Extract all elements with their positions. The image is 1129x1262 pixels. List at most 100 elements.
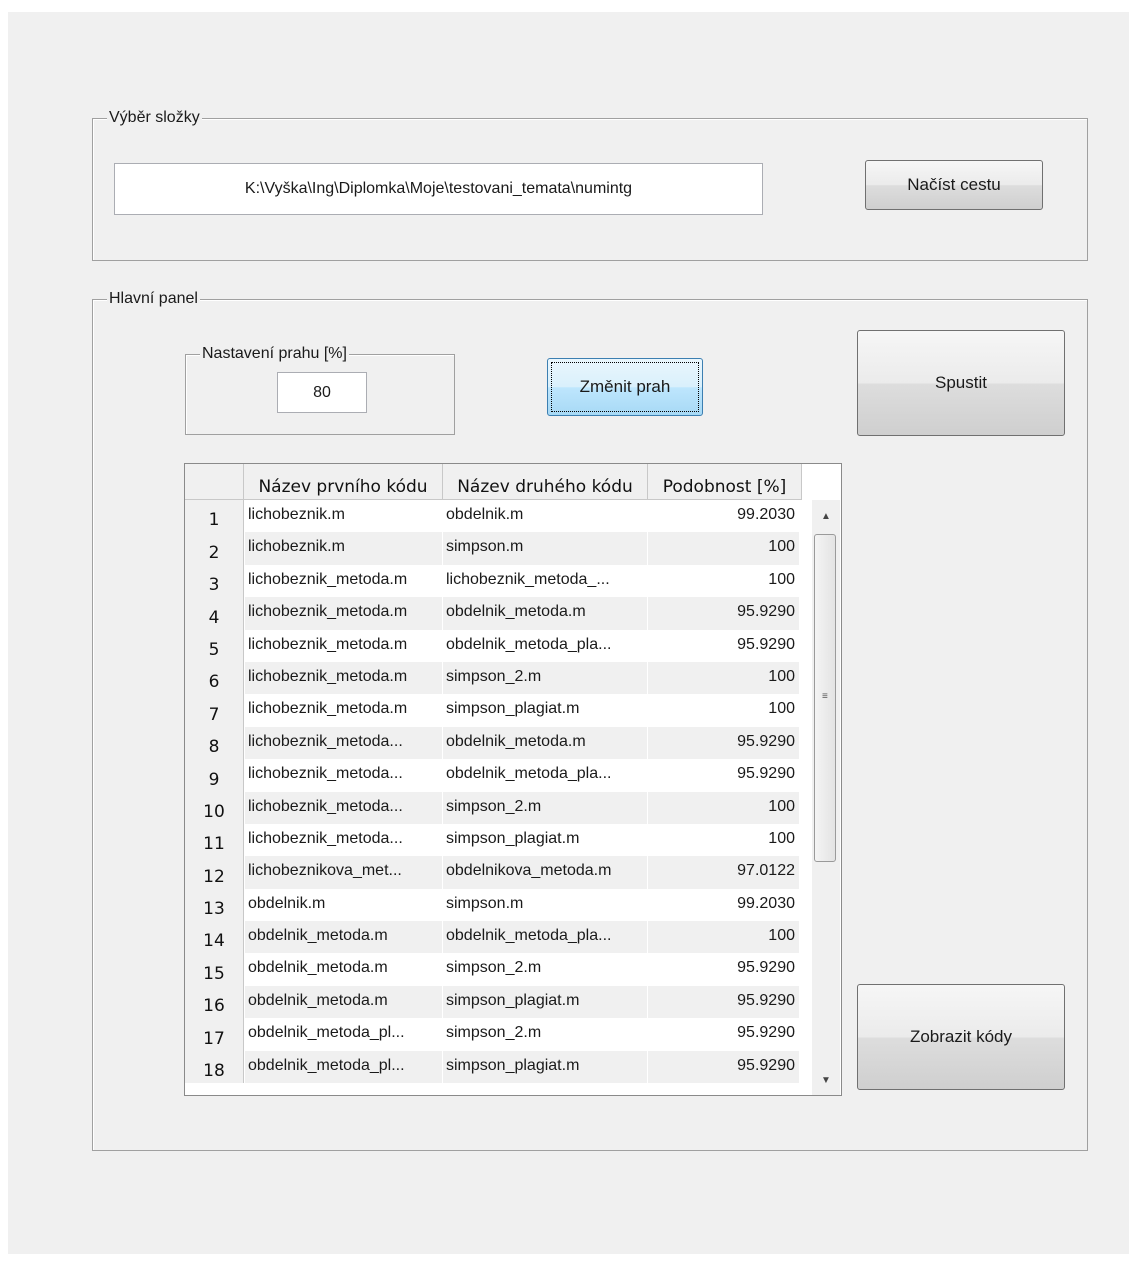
scroll-down-arrow-icon[interactable]: ▼ bbox=[812, 1066, 840, 1094]
scroll-thumb[interactable]: ≡ bbox=[814, 534, 836, 862]
cell-similarity[interactable]: 95.9290 bbox=[648, 953, 799, 986]
cell-first-code[interactable]: obdelnik_metoda.m bbox=[245, 953, 442, 986]
cell-second-code[interactable]: simpson.m bbox=[443, 888, 647, 922]
cell-first-code[interactable]: lichobeznik_metoda... bbox=[245, 759, 442, 792]
cell-first-code[interactable]: lichobeznik.m bbox=[245, 532, 442, 565]
row-number: 15 bbox=[185, 953, 244, 986]
table-row[interactable]: 8 lichobeznik_metoda... obdelnik_metoda.m 9… bbox=[185, 726, 802, 760]
scroll-up-arrow-icon[interactable]: ▲ bbox=[812, 502, 840, 530]
column-header-similarity[interactable]: Podobnost [%] bbox=[648, 464, 802, 500]
cell-similarity[interactable]: 95.9290 bbox=[648, 985, 799, 1019]
cell-second-code[interactable]: simpson_2.m bbox=[443, 791, 647, 824]
cell-similarity[interactable]: 100 bbox=[648, 661, 799, 695]
folder-selection-panel-title: Výběr složky bbox=[107, 109, 202, 127]
cell-first-code[interactable]: lichobeznik_metoda... bbox=[245, 823, 442, 857]
table-row[interactable]: 10 lichobeznik_metoda... simpson_2.m 100 bbox=[185, 791, 802, 824]
cell-second-code[interactable]: obdelnik.m bbox=[443, 500, 647, 533]
cell-first-code[interactable]: obdelnik_metoda.m bbox=[245, 921, 442, 954]
folder-path-field[interactable]: K:\Vyška\Ing\Diplomka\Moje\testovani_tem… bbox=[114, 163, 763, 215]
cell-similarity[interactable]: 95.9290 bbox=[648, 759, 799, 792]
table-row[interactable]: 14 obdelnik_metoda.m obdelnik_metoda_pla..… bbox=[185, 921, 802, 954]
cell-similarity[interactable]: 95.9290 bbox=[648, 1050, 799, 1084]
table-row[interactable]: 12 lichobeznikova_met... obdelnikova_metod… bbox=[185, 856, 802, 889]
results-table[interactable]: Název prvního kódu Název druhého kódu Po… bbox=[184, 463, 842, 1096]
row-number: 5 bbox=[185, 629, 244, 662]
cell-first-code[interactable]: lichobeznik_metoda.m bbox=[245, 661, 442, 695]
load-path-button[interactable]: Načíst cestu bbox=[865, 160, 1043, 210]
row-number: 12 bbox=[185, 856, 244, 889]
table-vertical-scrollbar[interactable]: ▲ ≡ ▼ bbox=[812, 500, 840, 1095]
cell-second-code[interactable]: simpson.m bbox=[443, 532, 647, 565]
cell-similarity[interactable]: 100 bbox=[648, 921, 799, 954]
table-row[interactable]: 2 lichobeznik.m simpson.m 100 bbox=[185, 532, 802, 565]
change-threshold-button[interactable]: Změnit prah bbox=[547, 358, 703, 416]
threshold-input[interactable]: 80 bbox=[277, 372, 367, 413]
column-header-second-code[interactable]: Název druhého kódu bbox=[443, 464, 648, 500]
row-number: 18 bbox=[185, 1050, 244, 1084]
cell-similarity[interactable]: 95.9290 bbox=[648, 629, 799, 662]
table-row[interactable]: 7 lichobeznik_metoda.m simpson_plagiat.m 10… bbox=[185, 694, 802, 727]
row-number: 16 bbox=[185, 985, 244, 1019]
row-number: 17 bbox=[185, 1018, 244, 1051]
cell-first-code[interactable]: obdelnik_metoda_pl... bbox=[245, 1050, 442, 1084]
cell-first-code[interactable]: obdelnik_metoda_pl... bbox=[245, 1018, 442, 1051]
cell-second-code[interactable]: obdelnik_metoda.m bbox=[443, 726, 647, 760]
table-row[interactable]: 9 lichobeznik_metoda... obdelnik_metoda_pl… bbox=[185, 759, 802, 792]
row-number: 3 bbox=[185, 564, 244, 598]
load-path-button-label: Načíst cestu bbox=[907, 175, 1001, 194]
cell-first-code[interactable]: lichobeznik_metoda.m bbox=[245, 597, 442, 630]
run-button[interactable]: Spustit bbox=[857, 330, 1065, 436]
cell-first-code[interactable]: lichobeznik_metoda.m bbox=[245, 629, 442, 662]
scroll-grip-icon: ≡ bbox=[822, 691, 828, 702]
cell-first-code[interactable]: lichobeznik.m bbox=[245, 500, 442, 533]
cell-similarity[interactable]: 100 bbox=[648, 791, 799, 824]
cell-first-code[interactable]: lichobeznik_metoda.m bbox=[245, 564, 442, 598]
main-panel-title: Hlavní panel bbox=[107, 290, 200, 308]
cell-similarity[interactable]: 95.9290 bbox=[648, 726, 799, 760]
table-row[interactable]: 5 lichobeznik_metoda.m obdelnik_metoda_pla… bbox=[185, 629, 802, 662]
table-row[interactable]: 17 obdelnik_metoda_pl... simpson_2.m 95.929… bbox=[185, 1018, 802, 1051]
cell-first-code[interactable]: obdelnik_metoda.m bbox=[245, 985, 442, 1019]
cell-second-code[interactable]: simpson_plagiat.m bbox=[443, 985, 647, 1019]
cell-second-code[interactable]: simpson_plagiat.m bbox=[443, 1050, 647, 1084]
cell-similarity[interactable]: 100 bbox=[648, 532, 799, 565]
cell-second-code[interactable]: simpson_2.m bbox=[443, 1018, 647, 1051]
table-row[interactable]: 4 lichobeznik_metoda.m obdelnik_metoda.m 95… bbox=[185, 597, 802, 630]
cell-similarity[interactable]: 95.9290 bbox=[648, 597, 799, 630]
cell-second-code[interactable]: obdelnik_metoda_pla... bbox=[443, 759, 647, 792]
column-header-first-code[interactable]: Název prvního kódu bbox=[244, 464, 443, 500]
cell-first-code[interactable]: lichobeznik_metoda... bbox=[245, 791, 442, 824]
cell-second-code[interactable]: obdelnikova_metoda.m bbox=[443, 856, 647, 889]
table-row[interactable]: 16 obdelnik_metoda.m simpson_plagiat.m 95.9… bbox=[185, 985, 802, 1019]
cell-first-code[interactable]: lichobeznik_metoda... bbox=[245, 726, 442, 760]
table-row[interactable]: 11 lichobeznik_metoda... simpson_plagiat.m… bbox=[185, 823, 802, 857]
cell-similarity[interactable]: 100 bbox=[648, 694, 799, 727]
cell-second-code[interactable]: simpson_plagiat.m bbox=[443, 823, 647, 857]
row-number: 8 bbox=[185, 726, 244, 760]
cell-similarity[interactable]: 100 bbox=[648, 564, 799, 598]
table-row[interactable]: 3 lichobeznik_metoda.m lichobeznik_metoda_… bbox=[185, 564, 802, 598]
cell-second-code[interactable]: lichobeznik_metoda_... bbox=[443, 564, 647, 598]
table-row[interactable]: 18 obdelnik_metoda_pl... simpson_plagiat.m… bbox=[185, 1050, 802, 1084]
table-row[interactable]: 13 obdelnik.m simpson.m 99.2030 bbox=[185, 888, 802, 922]
cell-second-code[interactable]: obdelnik_metoda_pla... bbox=[443, 921, 647, 954]
row-number: 9 bbox=[185, 759, 244, 792]
cell-similarity[interactable]: 99.2030 bbox=[648, 888, 799, 922]
cell-similarity[interactable]: 99.2030 bbox=[648, 500, 799, 533]
cell-first-code[interactable]: lichobeznik_metoda.m bbox=[245, 694, 442, 727]
row-number: 7 bbox=[185, 694, 244, 727]
cell-second-code[interactable]: simpson_plagiat.m bbox=[443, 694, 647, 727]
table-row[interactable]: 1 lichobeznik.m obdelnik.m 99.2030 bbox=[185, 500, 802, 533]
cell-first-code[interactable]: lichobeznikova_met... bbox=[245, 856, 442, 889]
show-codes-button[interactable]: Zobrazit kódy bbox=[857, 984, 1065, 1090]
cell-second-code[interactable]: simpson_2.m bbox=[443, 661, 647, 695]
table-row[interactable]: 6 lichobeznik_metoda.m simpson_2.m 100 bbox=[185, 661, 802, 695]
cell-similarity[interactable]: 100 bbox=[648, 823, 799, 857]
cell-first-code[interactable]: obdelnik.m bbox=[245, 888, 442, 922]
cell-similarity[interactable]: 95.9290 bbox=[648, 1018, 799, 1051]
cell-similarity[interactable]: 97.0122 bbox=[648, 856, 799, 889]
cell-second-code[interactable]: simpson_2.m bbox=[443, 953, 647, 986]
cell-second-code[interactable]: obdelnik_metoda_pla... bbox=[443, 629, 647, 662]
cell-second-code[interactable]: obdelnik_metoda.m bbox=[443, 597, 647, 630]
table-row[interactable]: 15 obdelnik_metoda.m simpson_2.m 95.9290 bbox=[185, 953, 802, 986]
